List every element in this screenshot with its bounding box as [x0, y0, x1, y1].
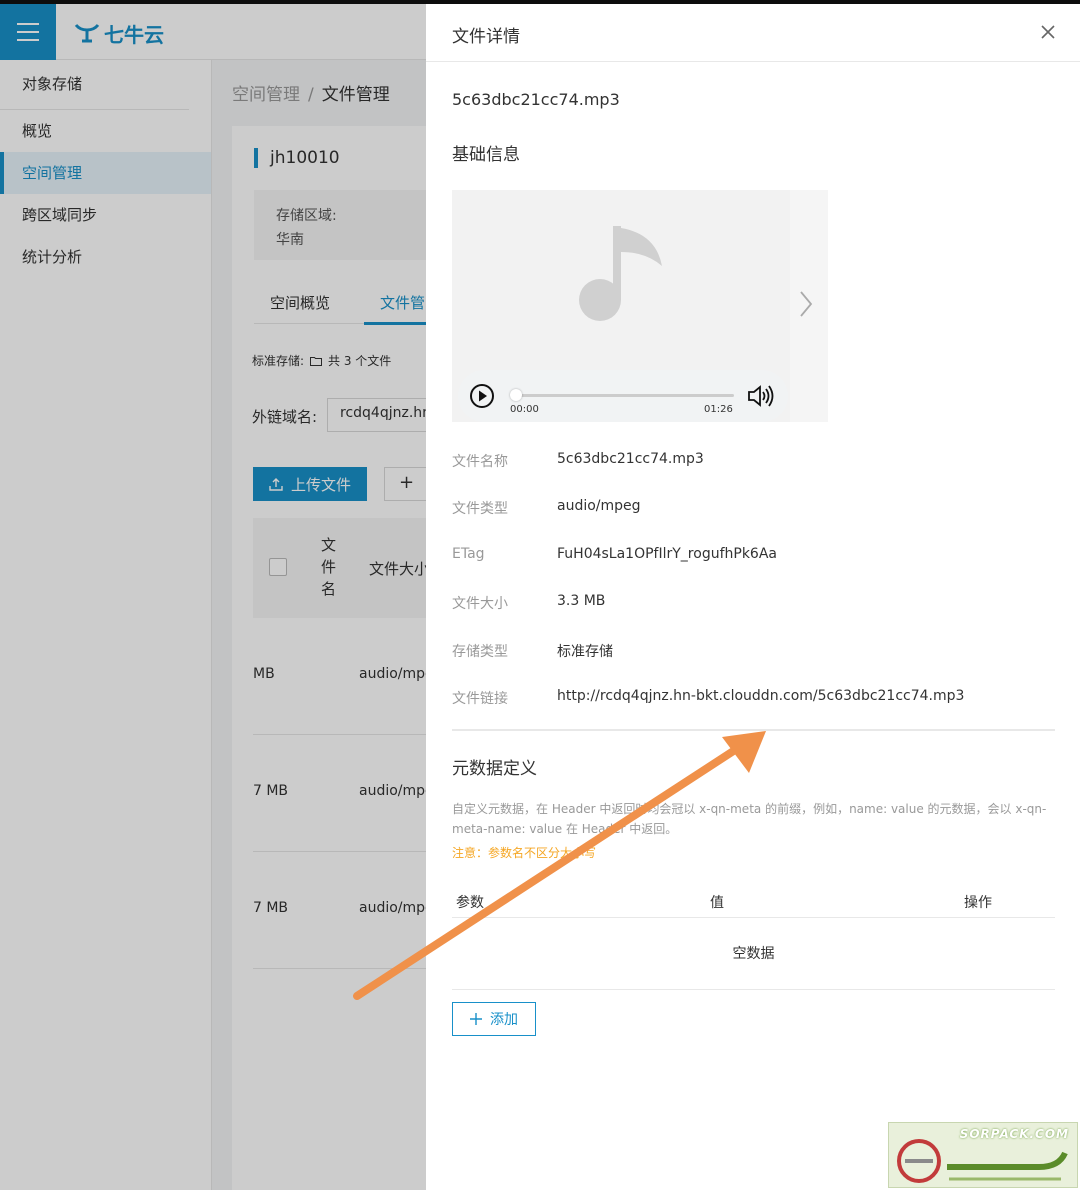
column-header-param: 参数: [456, 895, 484, 911]
metadata-note: 注意：参数名不区分大小写: [452, 846, 597, 860]
info-label: ETag: [452, 546, 485, 562]
close-icon[interactable]: [1036, 20, 1060, 44]
duration: 01:26: [704, 404, 733, 415]
column-header-value: 值: [710, 895, 724, 911]
info-label: 文件名称: [452, 454, 508, 470]
add-metadata-button[interactable]: 添加: [452, 1002, 536, 1036]
music-note-icon: [579, 226, 662, 321]
info-row-file-type: 文件类型 audio/mpeg: [452, 498, 1052, 522]
volume-icon[interactable]: [746, 383, 774, 409]
info-row-file-name: 文件名称 5c63dbc21cc74.mp3: [452, 451, 1052, 475]
info-label: 文件类型: [452, 501, 508, 517]
basic-info-title: 基础信息: [452, 145, 520, 165]
add-label: 添加: [490, 1012, 518, 1028]
play-icon[interactable]: [468, 382, 496, 410]
info-row-file-size: 文件大小 3.3 MB: [452, 593, 1052, 617]
drawer-header: 文件详情: [426, 4, 1080, 62]
info-label: 存储类型: [452, 644, 508, 660]
current-time: 00:00: [510, 404, 539, 415]
info-label: 文件大小: [452, 596, 508, 612]
info-value: audio/mpeg: [557, 498, 641, 514]
info-row-etag: ETag FuH04sLa1OPfIlrY_rogufhPk6Aa: [452, 546, 1052, 570]
metadata-title: 元数据定义: [452, 759, 537, 779]
column-header-action: 操作: [964, 895, 992, 911]
audio-progress-bar[interactable]: [514, 394, 734, 397]
section-divider: [452, 729, 1055, 731]
file-details-drawer: 文件详情 5c63dbc21cc74.mp3 基础信息 00:00 01:26: [426, 4, 1080, 1190]
info-row-storage-type: 存储类型 标准存储: [452, 641, 1052, 665]
info-row-file-link: 文件链接 http://rcdq4qjnz.hn-bkt.clouddn.com…: [452, 688, 1052, 712]
metadata-description: 自定义元数据，在 Header 中返回时均会冠以 x-qn-meta 的前缀，例…: [452, 802, 1047, 836]
plus-icon: [470, 1013, 482, 1025]
metadata-table: 参数 值 操作 空数据: [452, 886, 1055, 990]
info-value: FuH04sLa1OPfIlrY_rogufhPk6Aa: [557, 546, 777, 562]
audio-progress-knob[interactable]: [510, 389, 522, 401]
file-name-heading: 5c63dbc21cc74.mp3: [452, 90, 620, 109]
watermark-logo: SORPACK.COM: [888, 1122, 1078, 1188]
audio-player: 00:00 01:26: [458, 370, 788, 422]
empty-state: 空数据: [452, 918, 1055, 990]
info-value: 5c63dbc21cc74.mp3: [557, 451, 704, 467]
watermark-text: SORPACK.COM: [959, 1127, 1069, 1141]
metadata-table-header: 参数 值 操作: [452, 886, 1055, 918]
file-link[interactable]: http://rcdq4qjnz.hn-bkt.clouddn.com/5c63…: [557, 688, 964, 704]
info-value: 3.3 MB: [557, 593, 606, 609]
info-value: 标准存储: [557, 644, 613, 660]
chevron-right-icon[interactable]: [798, 290, 814, 318]
drawer-title: 文件详情: [452, 27, 520, 47]
info-label: 文件链接: [452, 691, 508, 707]
preview-slide: 00:00 01:26: [452, 190, 790, 422]
audio-preview: 00:00 01:26: [452, 190, 828, 422]
